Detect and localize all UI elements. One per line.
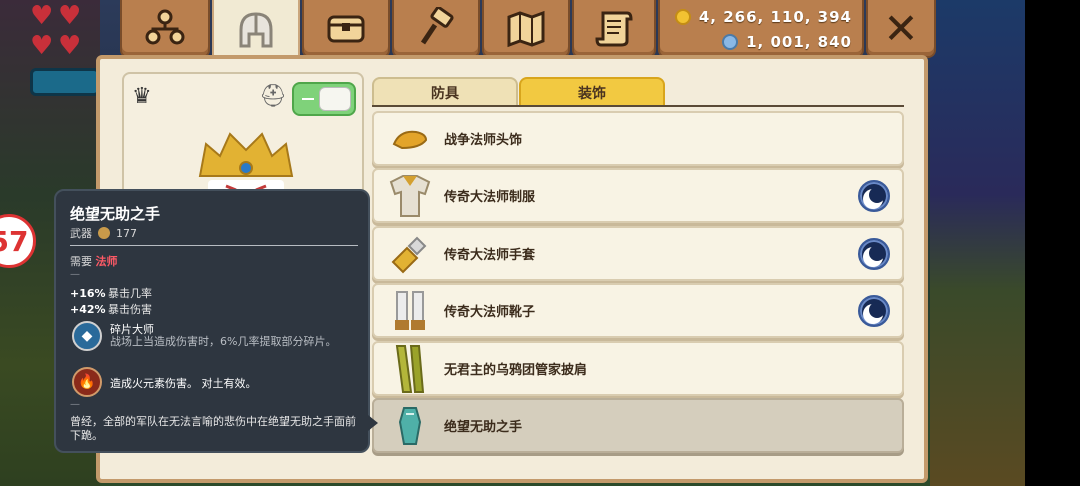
item-thumbnail	[380, 285, 440, 337]
item-thumbnail	[380, 228, 440, 280]
toggle-knob	[319, 87, 351, 111]
tab-armor[interactable]: 防具	[372, 77, 518, 107]
item-thumbnail	[380, 113, 440, 165]
list-item[interactable]: 传奇大法师制服	[372, 168, 904, 223]
moon-enchant-icon	[858, 180, 890, 212]
map-icon	[507, 10, 545, 48]
helmet-visibility-icon: ⛑	[259, 84, 287, 109]
list-item[interactable]: 无君主的乌鸦团管家披肩	[372, 341, 904, 396]
tab-inventory[interactable]	[302, 0, 390, 58]
item-label: 绝望无助之手	[444, 420, 523, 435]
level-badge-text: 57	[0, 224, 29, 258]
list-item[interactable]: 战争法师头饰	[372, 111, 904, 166]
gem-icon	[722, 34, 739, 50]
scroll-icon	[595, 11, 633, 47]
moon-enchant-icon	[858, 238, 890, 270]
tab-armor-label: 防具	[431, 86, 459, 102]
toggle-line	[302, 98, 314, 100]
class-requirement: 需要 法师	[70, 253, 118, 269]
tab-decoration-label: 装饰	[578, 86, 606, 102]
currency-display: 4, 266, 110, 394 1, 001, 840	[658, 0, 864, 58]
tab-skills[interactable]	[120, 0, 210, 58]
enchant-description: 战场上当造成伤害时，6%几率提取部分碎片。	[110, 335, 337, 348]
stat-label: 暴击几率	[108, 287, 152, 300]
tab-decoration[interactable]: 装饰	[519, 77, 665, 107]
close-icon: ✕	[883, 3, 919, 53]
gems-amount: 1, 001, 840	[746, 33, 852, 51]
item-label: 传奇大法师制服	[444, 190, 536, 205]
helmet-icon	[239, 12, 273, 48]
tooltip-title: 绝望无助之手	[70, 205, 161, 223]
tooltip-pointer	[368, 415, 378, 431]
tab-map[interactable]	[482, 0, 570, 58]
gems-row: 1, 001, 840	[722, 33, 852, 51]
tooltip-type-row: 武器 177	[70, 225, 137, 241]
jester-hat-icon: ♛	[132, 84, 152, 109]
power-icon	[98, 227, 110, 239]
fire-description: 造成火元素伤害。 对土有效。	[110, 377, 257, 390]
heart-icon: ♥	[58, 1, 82, 31]
item-thumbnail	[380, 400, 440, 452]
separator-dash: —	[70, 269, 80, 280]
close-button[interactable]: ✕	[866, 0, 936, 58]
item-label: 传奇大法师手套	[444, 248, 536, 263]
stat-label: 暴击伤害	[108, 303, 152, 316]
skill-tree-icon	[145, 9, 185, 45]
item-thumbnail	[380, 170, 440, 222]
list-item[interactable]: 传奇大法师靴子	[372, 283, 904, 338]
tab-divider	[372, 105, 904, 107]
gold-amount: 4, 266, 110, 394	[698, 8, 852, 26]
list-item[interactable]: 传奇大法师手套	[372, 226, 904, 281]
separator-dash: —	[70, 399, 80, 410]
hammer-icon	[420, 7, 454, 45]
item-tooltip: 绝望无助之手 武器 177 需要 法师 — +16% 暴击几率 +42% 暴击伤害 …	[54, 189, 378, 453]
heart-icon: ♥	[30, 31, 54, 61]
item-thumbnail	[380, 343, 440, 395]
gold-row: 4, 266, 110, 394	[674, 8, 852, 26]
health-bar	[30, 68, 100, 96]
item-type: 武器	[70, 227, 92, 240]
item-label: 无君主的乌鸦团管家披肩	[444, 363, 588, 378]
moon-enchant-icon	[858, 295, 890, 327]
stat-value: +42%	[70, 303, 106, 316]
required-class: 法师	[95, 255, 118, 268]
heart-icon: ♥	[58, 31, 82, 61]
item-label: 传奇大法师靴子	[444, 305, 536, 320]
item-power: 177	[116, 226, 137, 240]
heart-icon: ♥	[30, 1, 54, 31]
lore-text: 曾经，全部的军队在无法言喻的悲伤中在绝望无助之手面前下跪。	[70, 415, 356, 442]
tab-quests[interactable]	[572, 0, 656, 58]
category-tabs: 防具 装饰	[372, 77, 904, 107]
list-item-selected[interactable]: 绝望无助之手	[372, 398, 904, 453]
screen-edge	[1025, 0, 1080, 486]
stat-row: +16% 暴击几率	[70, 285, 152, 301]
item-label: 战争法师头饰	[444, 133, 523, 148]
tab-crafting[interactable]	[392, 0, 480, 58]
tooltip-divider	[70, 245, 358, 246]
shard-master-icon: ◆	[72, 321, 102, 351]
top-tab-bar: 4, 266, 110, 394 1, 001, 840 ✕	[88, 0, 936, 64]
chest-icon	[327, 15, 365, 43]
helmet-toggle[interactable]	[292, 82, 356, 116]
gold-coin-icon	[674, 9, 691, 25]
stat-row: +42% 暴击伤害	[70, 301, 152, 317]
requirement-label: 需要	[70, 255, 92, 268]
stat-value: +16%	[70, 287, 106, 300]
fire-icon: 🔥	[72, 367, 102, 397]
